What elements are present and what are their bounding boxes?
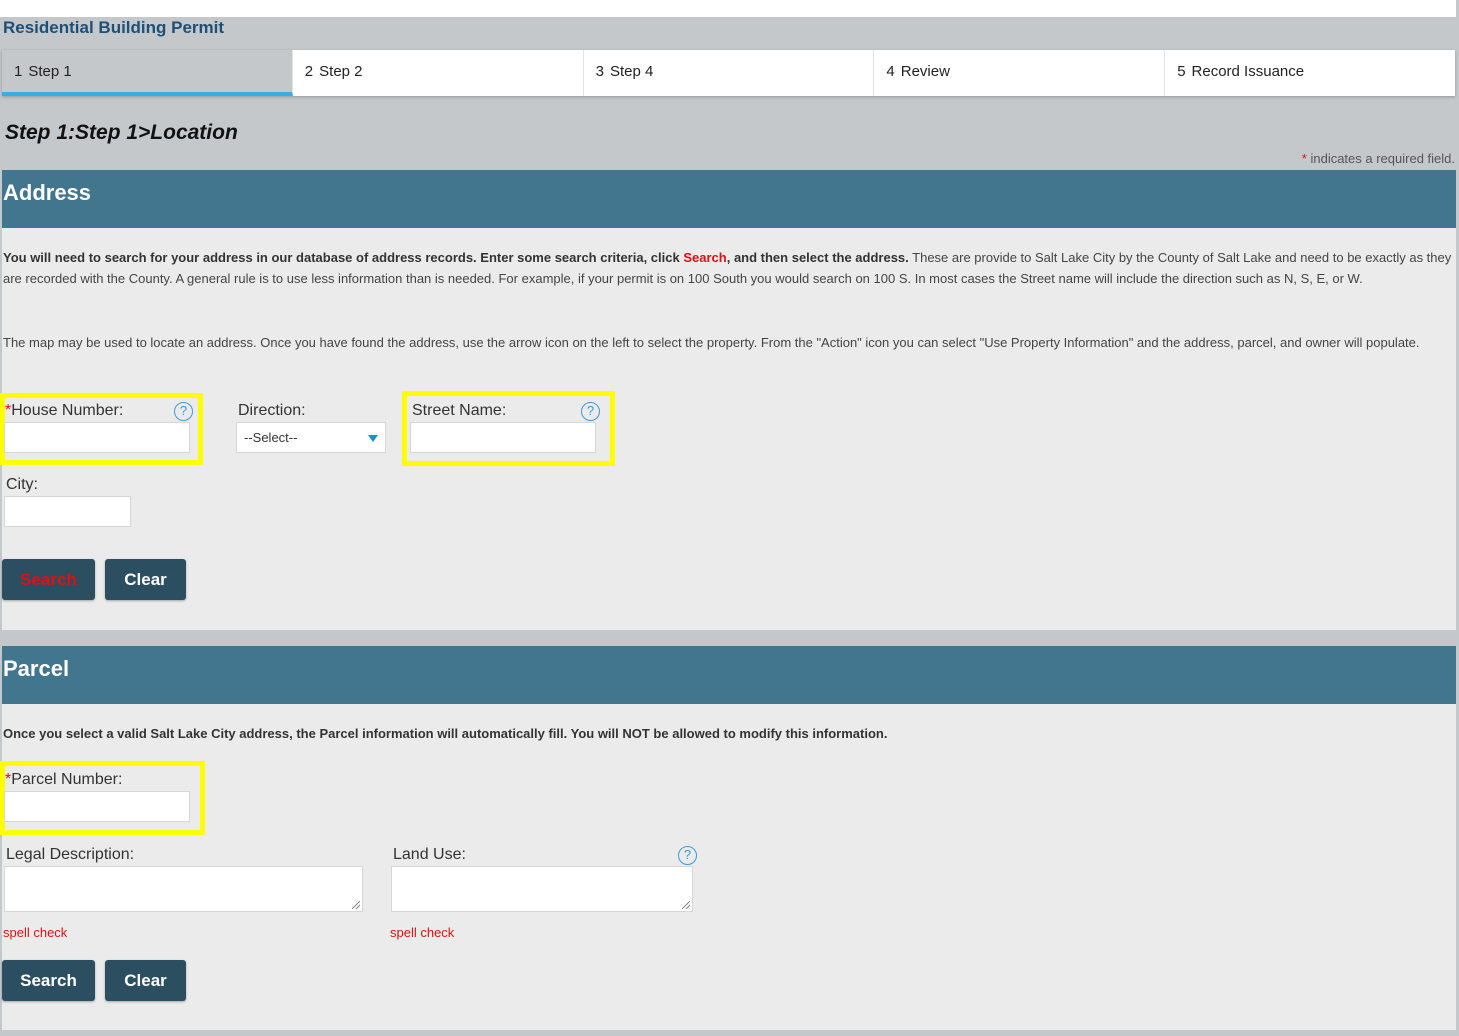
address-search-button[interactable]: Search — [2, 559, 95, 600]
step-tabs: 1 Step 1 2 Step 2 3 Step 4 4 Review 5 Record … — [2, 50, 1455, 96]
resize-grip-icon[interactable] — [682, 901, 690, 909]
tab-step-1[interactable]: 1 Step 1 — [2, 50, 293, 96]
permit-title: Residential Building Permit — [3, 18, 225, 37]
map-instructions: The map may be used to locate an address… — [3, 335, 1420, 350]
direction-label: Direction: — [238, 402, 306, 419]
parcel-clear-button[interactable]: Clear — [105, 960, 186, 1001]
parcel-number-label: *Parcel Number: — [5, 771, 123, 788]
resize-grip-icon[interactable] — [352, 901, 360, 909]
legal-description-textarea[interactable] — [4, 866, 363, 912]
parcel-search-button[interactable]: Search — [2, 960, 95, 1001]
parcel-section-title: Parcel — [2, 646, 1456, 704]
land-use-help-icon[interactable]: ? — [678, 846, 697, 865]
street-name-label: Street Name: — [412, 402, 507, 419]
tab-record-issuance[interactable]: 5 Record Issuance — [1165, 50, 1455, 96]
land-use-spell-check[interactable]: spell check — [390, 925, 454, 940]
city-label: City: — [6, 476, 38, 493]
address-section: Address You will need to search for your… — [0, 170, 1456, 630]
address-clear-button[interactable]: Clear — [105, 559, 186, 600]
land-use-label: Land Use: — [393, 846, 466, 863]
tab-step-3[interactable]: 3 Step 4 — [583, 50, 875, 96]
house-number-label: *House Number: — [5, 402, 124, 419]
house-number-help-icon[interactable]: ? — [174, 402, 193, 421]
legal-description-label: Legal Description: — [6, 846, 135, 863]
street-name-help-icon[interactable]: ? — [581, 402, 600, 421]
required-note: * indicates a required field. — [1301, 151, 1455, 166]
parcel-number-input[interactable] — [4, 791, 190, 822]
direction-select[interactable]: --Select-- — [236, 422, 386, 453]
legal-description-spell-check[interactable]: spell check — [3, 925, 67, 940]
tab-step-2[interactable]: 2 Step 2 — [292, 50, 584, 96]
parcel-instructions: Once you select a valid Salt Lake City a… — [3, 726, 888, 741]
house-number-input[interactable] — [4, 422, 190, 453]
city-input[interactable] — [4, 496, 131, 527]
tab-review[interactable]: 4 Review — [874, 50, 1166, 96]
top-bar — [0, 0, 1456, 17]
address-instructions: You will need to search for your address… — [3, 250, 1452, 286]
search-link[interactable]: Search — [683, 250, 726, 265]
address-section-title: Address — [2, 170, 1456, 228]
parcel-section: Parcel Once you select a valid Salt Lake… — [0, 646, 1456, 1030]
land-use-textarea[interactable] — [391, 866, 693, 912]
street-name-input[interactable] — [410, 422, 596, 453]
chevron-down-icon — [368, 435, 378, 442]
page-heading: Step 1:Step 1>Location — [5, 121, 238, 144]
